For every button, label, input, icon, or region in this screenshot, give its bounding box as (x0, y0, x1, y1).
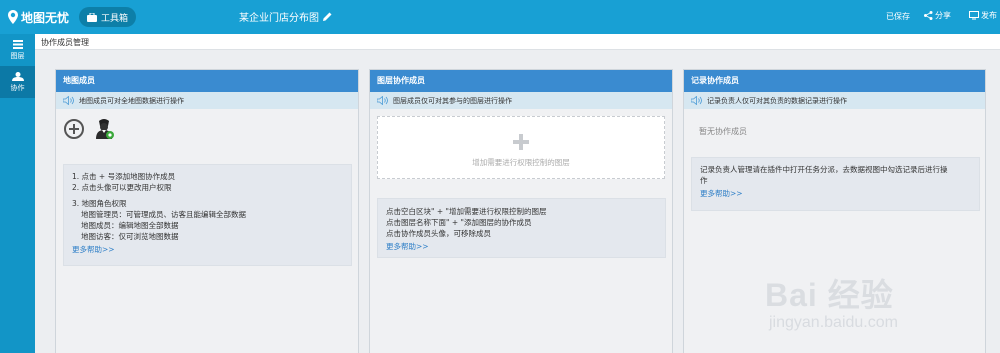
help-line: 地图管理员：可管理成员、访客且能编辑全部数据 (81, 210, 246, 219)
map-title[interactable]: 某企业门店分布图 (239, 9, 332, 24)
notice-text: 记录负责人仅可对其负责的数据记录进行操作 (707, 96, 847, 105)
empty-state-text: 暂无协作成员 (699, 127, 747, 136)
panel-notice: 记录负责人仅可对其负责的数据记录进行操作 (684, 92, 985, 109)
share-button[interactable]: 分享 (924, 10, 951, 21)
panel-header: 地图成员 (56, 70, 358, 92)
member-actions (64, 118, 115, 140)
add-member-button[interactable] (64, 119, 84, 139)
map-pin-icon (8, 10, 18, 24)
more-help-link[interactable]: 更多帮助>> (72, 244, 115, 255)
app-logo[interactable]: 地图无忧 (8, 8, 69, 26)
map-title-text: 某企业门店分布图 (239, 13, 319, 24)
layers-icon (12, 39, 23, 49)
share-label: 分享 (935, 11, 951, 20)
notice-text: 地图成员可对全地图数据进行操作 (79, 96, 184, 105)
pencil-icon (323, 12, 332, 21)
watermark-brand: Bai 经验 (765, 277, 894, 313)
publish-button[interactable]: 发布 (969, 10, 997, 21)
toolbox-label: 工具箱 (101, 13, 129, 24)
save-status: 已保存 (886, 12, 910, 21)
share-icon (924, 11, 933, 20)
map-members-panel: 地图成员 地图成员可对全地图数据进行操作 1. 点击 + 号添加地图协作成员 2… (55, 69, 359, 353)
page-title: 协作成员管理 (41, 38, 89, 47)
speaker-icon (377, 96, 388, 105)
logo-text: 地图无忧 (21, 10, 70, 25)
notice-text: 图层成员仅可对其参与的图层进行操作 (393, 96, 512, 105)
speaker-icon (63, 96, 74, 105)
panel-header: 图层协作成员 (370, 70, 672, 92)
add-layer-area[interactable]: 增加需要进行权限控制的图层 (377, 116, 665, 179)
sidebar-item-label: 图层 (10, 51, 25, 60)
help-line: 点击空白区块" + "增加需要进行权限控制的图层 (386, 207, 547, 216)
add-layer-label: 增加需要进行权限控制的图层 (472, 158, 570, 167)
collaborator-icon (11, 71, 24, 81)
member-avatar[interactable] (93, 118, 115, 140)
help-box: 点击空白区块" + "增加需要进行权限控制的图层 点击图层名称下面" + "添加… (377, 198, 666, 258)
more-help-link[interactable]: 更多帮助>> (386, 241, 429, 252)
help-line: 点击协作成员头像，可移除成员 (386, 229, 491, 238)
sidebar-item-label: 协作 (10, 83, 25, 92)
sidebar-item-collaborate[interactable]: 协作 (0, 66, 35, 98)
panel-header: 记录协作成员 (684, 70, 985, 92)
panel-notice: 地图成员可对全地图数据进行操作 (56, 92, 358, 109)
help-line: 地图成员：编辑地图全部数据 (81, 221, 179, 230)
more-help-link[interactable]: 更多帮助>> (700, 188, 743, 199)
watermark: Bai 经验 jingyan.baidu.com (765, 270, 898, 332)
help-line: 地图访客：仅可浏览地图数据 (81, 232, 179, 241)
sidebar: 图层 协作 (0, 34, 35, 353)
plus-icon (513, 134, 529, 150)
briefcase-icon (87, 12, 97, 22)
help-line: 记录负责人管理请在插件中打开任务分派，去数据视图中勾选记录后进行操 (700, 165, 948, 174)
monitor-icon (969, 11, 979, 20)
help-box: 记录负责人管理请在插件中打开任务分派，去数据视图中勾选记录后进行操 作 更多帮助… (691, 157, 980, 211)
speaker-icon (691, 96, 702, 105)
sidebar-item-layers[interactable]: 图层 (0, 34, 35, 66)
help-line: 1. 点击 + 号添加地图协作成员 (72, 172, 176, 181)
watermark-url: jingyan.baidu.com (769, 314, 898, 331)
toolbox-button[interactable]: 工具箱 (79, 7, 137, 27)
panel-notice: 图层成员仅可对其参与的图层进行操作 (370, 92, 672, 109)
help-line: 2. 点击头像可以更改用户权限 (72, 183, 172, 192)
publish-label: 发布 (981, 11, 997, 20)
top-bar: 地图无忧 工具箱 某企业门店分布图 已保存 分享 发布 (0, 0, 1000, 34)
help-line: 3. 地图角色权限 (72, 199, 127, 208)
help-line: 点击图层名称下面" + "添加图层的协作成员 (386, 218, 532, 227)
help-box: 1. 点击 + 号添加地图协作成员 2. 点击头像可以更改用户权限 3. 地图角… (63, 164, 352, 266)
help-line: 作 (700, 176, 708, 185)
layer-members-panel: 图层协作成员 图层成员仅可对其参与的图层进行操作 增加需要进行权限控制的图层 点… (369, 69, 673, 353)
